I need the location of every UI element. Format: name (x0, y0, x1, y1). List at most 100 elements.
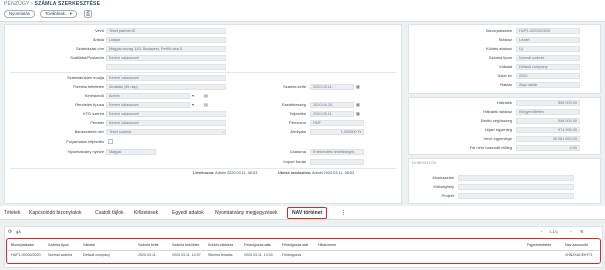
overdue-balance-field: 974 999,00 (516, 127, 580, 133)
more-tabs-icon[interactable]: ⋮ (341, 210, 346, 216)
column-header-warning[interactable]: Figyelmeztetés (527, 243, 551, 248)
pricelist-label: Árlista (92, 37, 104, 42)
column-header-send-status[interactable]: Küldés státusza (208, 243, 233, 248)
calendar-icon[interactable]: ▦ (356, 102, 360, 107)
tab-items[interactable]: Tételek (4, 210, 20, 216)
invoice-date-input[interactable]: 2020.03.11. (310, 84, 354, 90)
order-type-label: Rendelés típusa (75, 102, 104, 107)
import-source-field[interactable] (310, 159, 364, 165)
cell-processing-status: Feldolgozva (282, 253, 302, 257)
column-header-processing-status[interactable]: Feldolgozás stát (282, 243, 308, 248)
more-button-label: Továbbiak... (45, 11, 69, 16)
tab-related-documents[interactable]: Kapcsolódó bizonylatok (29, 210, 82, 216)
import-source-label: Import forrás (283, 159, 306, 164)
status-label: Státusz (498, 37, 512, 42)
order-type-select[interactable]: Kérem válasszon! (106, 102, 190, 108)
column-header-nav-id[interactable]: Nav azonosító (565, 243, 588, 248)
delivery-method-label: Számlaküldés módja (67, 75, 104, 80)
salesperson-label: Kereskedő (84, 93, 104, 98)
gross-total-label: Bruttó végösszeg (481, 118, 512, 123)
payment-terms-select[interactable]: Átutalás (45 nap) (106, 84, 226, 90)
modified-value: Admin 2020.03.11. 08:53 (311, 171, 355, 175)
tab-nav-history[interactable]: NAV történet (287, 207, 328, 219)
job-number-label: Munkaszám (432, 175, 454, 180)
column-header-doc-number[interactable]: Bizonylatszám (11, 243, 34, 248)
channel-label: Csatorna (289, 149, 306, 154)
invoice-type-label: Számla típus (488, 55, 512, 60)
shipping-address-field[interactable]: Kérem válasszon! (106, 55, 226, 61)
continuous-checkbox[interactable] (108, 139, 113, 144)
document-icon[interactable]: ▤ (204, 102, 208, 107)
calendar-icon[interactable]: ▦ (356, 84, 360, 89)
due-date-label: Esedékesség (281, 102, 306, 107)
more-button[interactable]: Továbbiak... ▾ (40, 10, 77, 18)
cell-send-status: Sikeres feladás (208, 253, 233, 257)
channel-select[interactable]: Értékesítési lehetőségek (310, 149, 364, 155)
cost-center-field[interactable] (458, 184, 574, 190)
tab-payments[interactable]: Kifizetések (134, 210, 158, 216)
column-header-company[interactable]: Vállalat (83, 243, 95, 248)
refresh-label: gA (16, 229, 21, 234)
bank-account-label: Bankszámla név (74, 129, 104, 134)
shipping-address-extra-field[interactable] (106, 64, 226, 70)
customer-field[interactable]: Teszt partner10 (106, 28, 226, 34)
print-language-select[interactable]: Magyar (106, 149, 156, 155)
fiscal-year-label: Üzlet év (497, 73, 512, 78)
pager-label: 1-1/1 (549, 229, 559, 234)
tab-print-notes[interactable]: Nyomtatvány megjegyzések (215, 210, 278, 216)
column-header-invoice-date[interactable]: Számla kelte (138, 243, 159, 248)
cell-company: Default company (83, 253, 110, 257)
chevron-down-icon[interactable]: ▾ (192, 102, 194, 107)
cell-submission: 2020.03.11. 12:07 (172, 253, 201, 257)
prev-page-icon[interactable]: ‹ (541, 229, 543, 234)
breadcrumb-root[interactable]: PÉNZÜGY (4, 1, 29, 7)
exchange-rate-label: Árfolyam (290, 129, 306, 134)
bank-account-field[interactable]: Teszt számla (106, 129, 226, 135)
payment-terms-label: Fizetési feltételek (73, 84, 104, 89)
fulfillment-date-label: Teljesítés (289, 111, 306, 116)
send-status-field: Új (516, 46, 580, 52)
due-date-input[interactable]: 2020.04.25. (310, 102, 354, 108)
column-header-error-message[interactable]: Hibaüzenet (318, 243, 336, 248)
project-label: Projekt (441, 193, 454, 198)
settings-icon[interactable]: ⚙ (580, 229, 584, 234)
column-header-invoice-type[interactable]: Számla típus (48, 243, 69, 248)
calendar-icon[interactable]: ▦ (356, 111, 360, 116)
fulfillment-date-input[interactable]: 2020.03.11. (310, 111, 354, 117)
printer-icon[interactable]: ⎙ (84, 10, 92, 18)
job-number-field[interactable] (458, 175, 574, 181)
billing-address-field[interactable]: Magyarország 1111 Budapest, Petőfi utca … (106, 46, 226, 52)
salesperson-select[interactable]: Admin (106, 93, 190, 99)
tab-attachments[interactable]: Csatolt fájlok (95, 210, 124, 216)
customer-balance-label: Vevő egyenlege (483, 136, 512, 141)
ktd-select[interactable]: Kérem válasszon! (106, 111, 226, 117)
cell-invoice-date: 2020.03.11. (138, 253, 157, 257)
warehouse-label: Raktár (500, 82, 512, 87)
column-header-submission[interactable]: Számla beküldés (172, 243, 199, 248)
exchange-rate-input[interactable]: 1,000000 Ft (310, 129, 364, 135)
next-page-icon[interactable]: › (570, 229, 572, 234)
project-field[interactable] (458, 193, 574, 199)
cell-nav-id: 2HNZXACEKF71 (565, 253, 593, 257)
column-header-processing-date[interactable]: Feldolgozás dátu (244, 243, 271, 248)
ktd-label: KTD szerint (83, 111, 104, 116)
print-button[interactable]: Nyomtatás (4, 10, 35, 18)
divider (10, 72, 396, 73)
outstanding-field: 508 000,00 (516, 100, 580, 106)
top-bar: PÉNZÜGY › SZÁMLA SZERKESZTÉSE Nyomtatás … (0, 0, 605, 22)
created-info: Létrehozva: Admin 2020.03.11. 08:53 (193, 171, 257, 175)
more-icon[interactable]: ... (222, 129, 225, 134)
cashdesk-select[interactable]: Kérem válasszon! (106, 120, 226, 126)
chevron-down-icon[interactable]: ▾ (192, 93, 194, 98)
refresh-icon[interactable]: ⟳ (8, 229, 12, 235)
unused-advance-field: 0,00 (516, 145, 580, 151)
customer-label: Vevő (95, 28, 104, 33)
pricelist-field[interactable]: Listaár (106, 37, 226, 43)
cost-center-label: Költséghely (433, 184, 454, 189)
currency-select[interactable]: HUF (310, 120, 364, 126)
tab-custom-data[interactable]: Egyedi adatok (172, 210, 204, 216)
delivery-method-select[interactable]: Kérem válasszon! (106, 75, 226, 81)
cell-invoice-type: Normál számla (48, 253, 72, 257)
document-icon[interactable]: ▤ (204, 93, 208, 98)
cell-processing-date: 2020.03.11. 13:00 (244, 253, 273, 257)
